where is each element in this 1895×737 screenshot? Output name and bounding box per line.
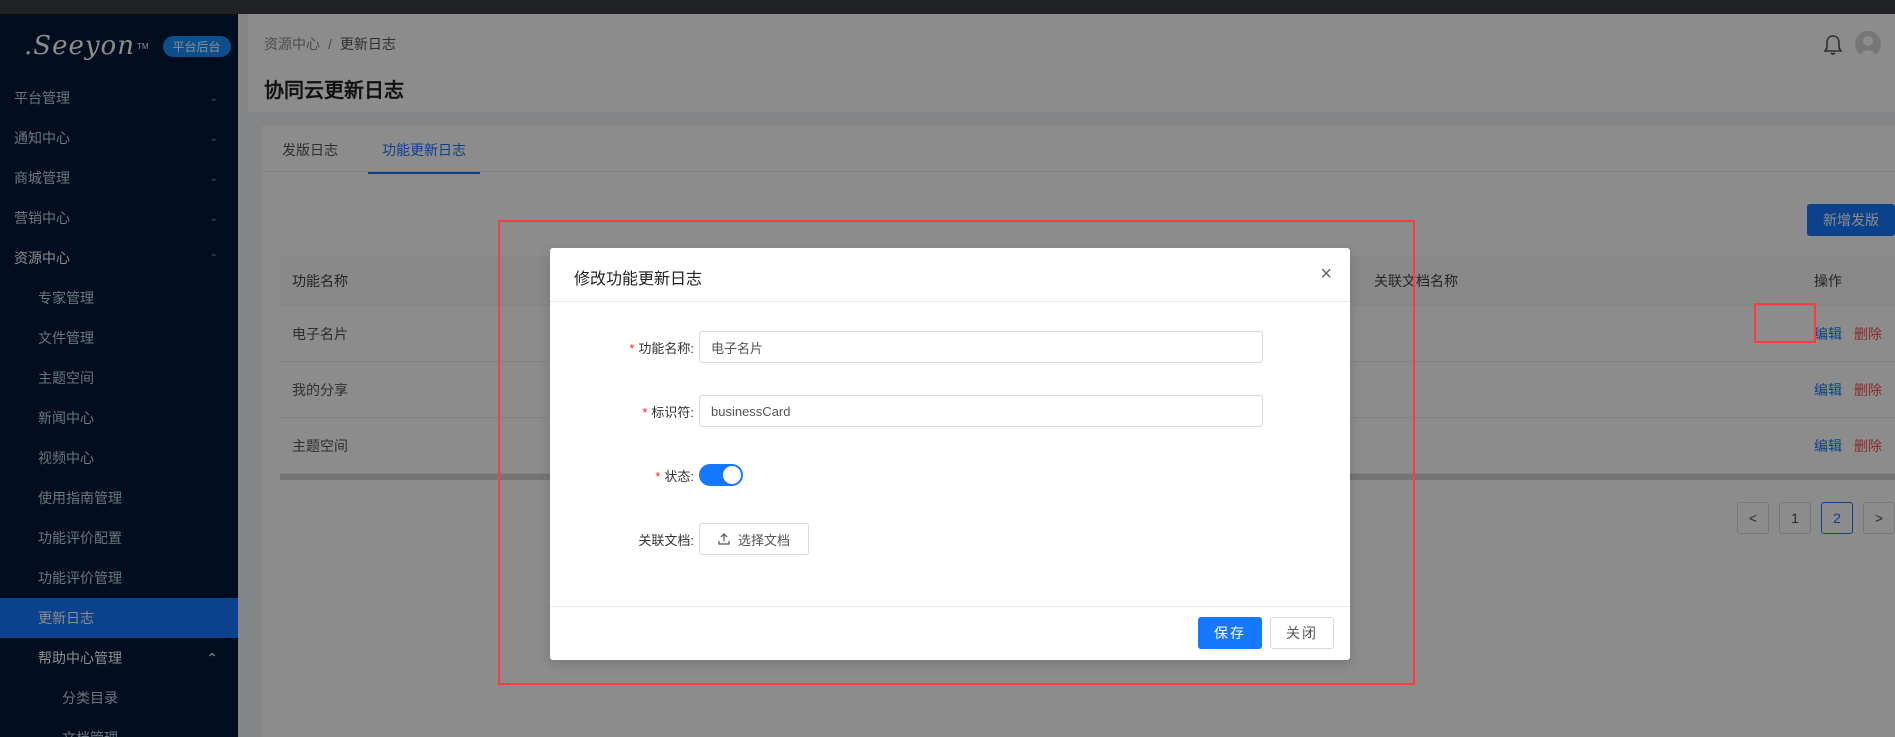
modal-footer: 保存 关闭	[550, 606, 1350, 660]
status-toggle[interactable]	[699, 464, 743, 486]
required-mark: *	[629, 341, 635, 356]
form-row-status: * 状态:	[550, 459, 1350, 491]
edit-feature-log-modal: 修改功能更新日志 × * 功能名称: 电子名片 * 标识符: businessCar…	[550, 248, 1350, 660]
form-row-doc: 关联文档: 选择文档	[550, 523, 1350, 555]
identifier-input[interactable]: businessCard	[699, 395, 1263, 427]
select-document-label: 选择文档	[737, 532, 790, 548]
form-label: * 标识符:	[642, 405, 694, 420]
form-label: * 状态:	[655, 469, 694, 484]
form-row-name: * 功能名称: 电子名片	[550, 331, 1350, 363]
toggle-knob	[723, 466, 741, 484]
form-label: 关联文档:	[638, 533, 694, 548]
modal-title: 修改功能更新日志	[574, 271, 703, 288]
select-document-button[interactable]: 选择文档	[699, 523, 809, 555]
required-mark: *	[642, 405, 648, 420]
form-label: * 功能名称:	[629, 341, 694, 356]
required-mark: *	[655, 469, 661, 484]
upload-icon	[718, 533, 730, 545]
feature-name-input[interactable]: 电子名片	[699, 331, 1263, 363]
form-row-identifier: * 标识符: businessCard	[550, 395, 1350, 427]
highlight-box-edit	[1754, 303, 1816, 343]
close-icon[interactable]: ×	[1320, 264, 1332, 284]
modal-header: 修改功能更新日志 ×	[550, 248, 1350, 302]
close-button[interactable]: 关闭	[1270, 617, 1334, 649]
save-button[interactable]: 保存	[1198, 617, 1262, 649]
